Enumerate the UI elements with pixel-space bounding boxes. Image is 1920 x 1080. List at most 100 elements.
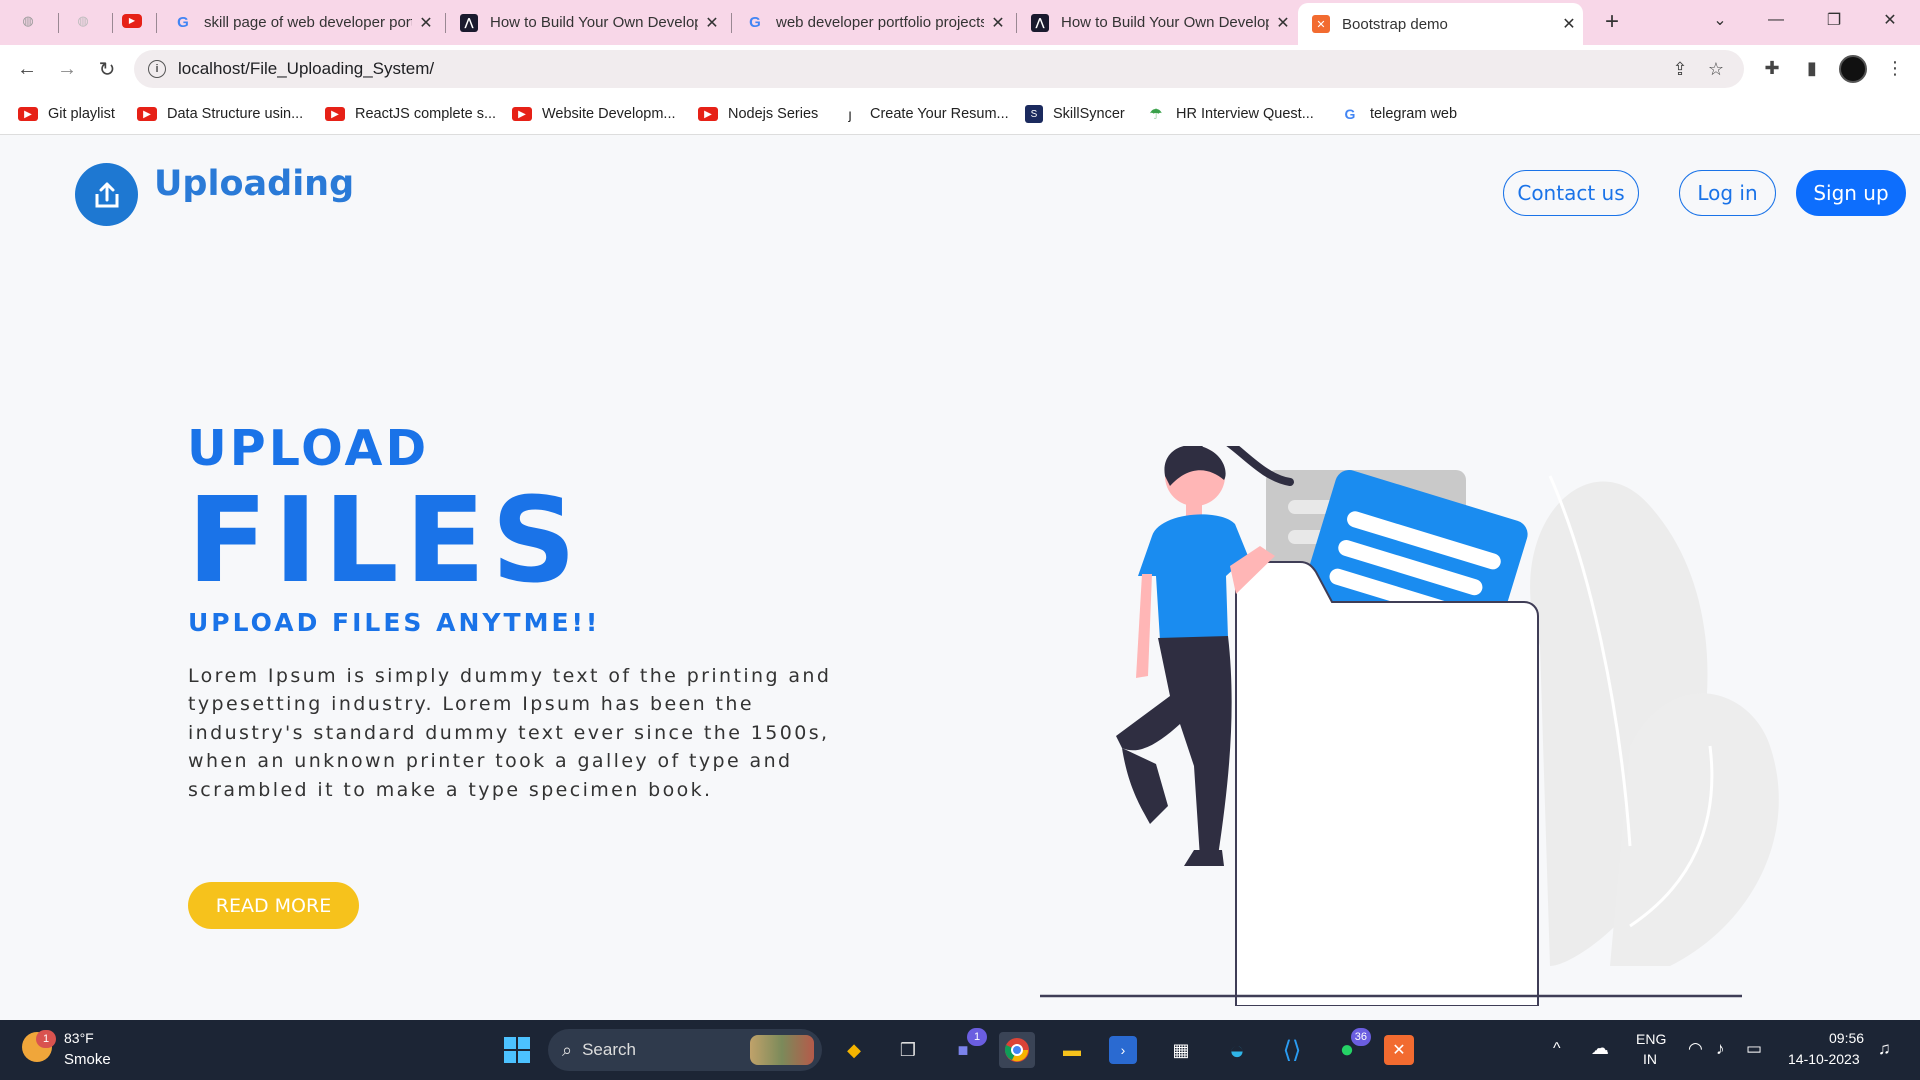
dev-icon: ⋀ <box>1031 13 1049 32</box>
xampp-icon[interactable]: ✕ <box>1384 1035 1414 1065</box>
youtube-icon: ▶ <box>137 107 157 121</box>
hero-heading-line2: FILES <box>187 471 583 609</box>
bookmark-website-dev[interactable]: ▶ Website Developm... <box>512 102 676 126</box>
tab-separator <box>156 13 157 33</box>
dev-icon: ⋀ <box>460 13 478 32</box>
skillsyncer-icon: S <box>1025 105 1043 123</box>
edge-icon[interactable]: ◒ <box>1219 1032 1255 1068</box>
pinned-tab-youtube-icon[interactable]: ▶ <box>122 11 142 31</box>
language-code[interactable]: ENG <box>1636 1031 1666 1047</box>
extensions-puzzle-icon[interactable]: ✚ <box>1760 58 1784 79</box>
tab-close-icon[interactable]: ✕ <box>698 13 726 33</box>
bookmark-skillsyncer[interactable]: S SkillSyncer <box>1025 102 1125 126</box>
clock-time[interactable]: 09:56 <box>1829 1030 1864 1046</box>
upload-logo-icon[interactable] <box>75 163 138 226</box>
close-window-icon[interactable]: ✕ <box>1862 0 1918 40</box>
bookmarks-bar: ▶ Git playlist ▶ Data Structure usin... ▶ R… <box>0 93 1920 135</box>
tab-title: web developer portfolio projects <box>776 14 984 31</box>
tab-portfolio-projects[interactable]: G web developer portfolio projects ✕ <box>732 3 1012 42</box>
file-explorer-icon[interactable]: ▬ <box>1054 1032 1090 1068</box>
brand-name[interactable]: Uploading <box>154 164 354 204</box>
copilot-pre-icon[interactable]: ◆ <box>836 1032 872 1068</box>
search-icon: ⌕ <box>562 1039 573 1060</box>
tab-close-icon[interactable]: ✕ <box>412 13 440 33</box>
onedrive-cloud-icon[interactable]: ☁ <box>1591 1038 1609 1059</box>
bookmark-data-structure[interactable]: ▶ Data Structure usin... <box>137 102 303 126</box>
xampp-icon: ✕ <box>1312 15 1330 33</box>
profile-avatar[interactable] <box>1839 55 1867 83</box>
teams-chat-icon[interactable]: ■ 1 <box>945 1028 987 1068</box>
tab-close-icon[interactable]: ✕ <box>1269 13 1297 33</box>
tab-bootstrap-demo[interactable]: ✕ Bootstrap demo ✕ <box>1298 3 1583 45</box>
hero-description: Lorem Ipsum is simply dummy text of the … <box>188 665 832 801</box>
youtube-icon: ▶ <box>698 107 718 121</box>
back-arrow-icon[interactable]: ← <box>11 53 43 85</box>
reload-icon[interactable]: ↻ <box>91 53 123 85</box>
weather-sun-icon[interactable]: 1 <box>22 1030 56 1062</box>
tab-strip: ◍ ◍ ▶ G skill page of web developer port… <box>0 0 1920 45</box>
hero-heading-line1: UPLOAD <box>187 420 430 477</box>
whatsapp-icon[interactable]: ● 36 <box>1329 1028 1371 1068</box>
restore-icon[interactable]: ❐ <box>1806 0 1862 40</box>
battery-icon[interactable]: ▭ <box>1746 1039 1762 1059</box>
tab-close-icon[interactable]: ✕ <box>984 13 1012 33</box>
tab-skill-page[interactable]: G skill page of web developer portfolio … <box>160 3 440 42</box>
weather-desc[interactable]: Smoke <box>64 1051 111 1068</box>
bookmark-star-icon[interactable]: ☆ <box>1704 59 1728 80</box>
volume-icon[interactable]: ♪ <box>1716 1039 1725 1059</box>
google-icon: G <box>1344 106 1356 122</box>
language-region[interactable]: IN <box>1643 1051 1657 1067</box>
bookmark-hr-interview[interactable]: ☂ HR Interview Quest... <box>1146 102 1314 126</box>
minimize-icon[interactable]: — <box>1748 0 1804 40</box>
share-icon[interactable]: ⇪ <box>1668 59 1692 80</box>
youtube-icon: ▶ <box>18 107 38 121</box>
clock-date[interactable]: 14-10-2023 <box>1788 1051 1860 1067</box>
bookmark-telegram[interactable]: Gtelegram web <box>1340 102 1458 126</box>
folder-shape <box>1235 561 1539 1006</box>
notifications-bell-icon[interactable]: ♫ <box>1878 1039 1891 1059</box>
menu-kebab-icon[interactable]: ⋮ <box>1883 58 1907 79</box>
tab-build-portfolio-2[interactable]: ⋀ How to Build Your Own Developer Portfo… <box>1017 3 1297 42</box>
hero-subtitle: UPLOAD FILES ANYTME!! <box>188 608 601 637</box>
contact-us-button[interactable]: Contact us <box>1503 170 1639 216</box>
umbrella-icon: ☂ <box>1149 106 1163 123</box>
sign-up-button[interactable]: Sign up <box>1796 170 1906 216</box>
side-panel-icon[interactable]: ▮ <box>1800 58 1824 79</box>
pinned-tab-globe-icon[interactable]: ◍ <box>18 11 38 31</box>
bookmark-resume[interactable]: ȷ Create Your Resum... <box>840 102 1008 126</box>
powershell-icon[interactable]: › <box>1109 1036 1137 1064</box>
address-bar[interactable]: i localhost/File_Uploading_System/ ⇪ ☆ <box>134 50 1744 88</box>
tab-title: skill page of web developer portfolio <box>204 14 412 31</box>
tab-close-icon[interactable]: ✕ <box>1555 14 1583 34</box>
chrome-icon[interactable] <box>999 1032 1035 1068</box>
youtube-icon: ▶ <box>325 107 345 121</box>
windows-start-icon[interactable] <box>499 1032 535 1068</box>
whatsapp-badge: 36 <box>1350 1028 1371 1046</box>
microsoft-store-icon[interactable]: ▦ <box>1163 1032 1199 1068</box>
url-text[interactable]: localhost/File_Uploading_System/ <box>178 59 434 79</box>
task-view-icon[interactable]: ❒ <box>890 1032 926 1068</box>
forward-arrow-icon[interactable]: → <box>51 53 83 85</box>
wifi-icon[interactable]: ◠ <box>1688 1039 1703 1059</box>
tab-title: How to Build Your Own Developer Portfoli… <box>1061 14 1269 31</box>
upload-files-illustration <box>1040 446 1779 1006</box>
bookmark-git-playlist[interactable]: ▶ Git playlist <box>18 102 115 126</box>
tab-search-chevron-icon[interactable]: ⌄ <box>1692 0 1748 40</box>
vscode-icon[interactable]: ⟨⟩ <box>1274 1032 1310 1068</box>
teams-badge: 1 <box>967 1028 987 1046</box>
toolbar: ← → ↻ i localhost/File_Uploading_System/… <box>0 45 1920 93</box>
weather-temp[interactable]: 83°F <box>64 1030 94 1046</box>
new-tab-button[interactable]: + <box>1584 2 1640 42</box>
tab-title: Bootstrap demo <box>1342 15 1448 33</box>
show-hidden-icons-chevron-icon[interactable]: ^ <box>1553 1040 1561 1058</box>
tab-build-portfolio[interactable]: ⋀ How to Build Your Own Developer Portfo… <box>446 3 726 42</box>
tab-separator <box>112 13 113 33</box>
taskbar-search[interactable]: ⌕ Search <box>548 1029 822 1071</box>
read-more-button[interactable]: READ MORE <box>188 882 359 929</box>
log-in-button[interactable]: Log in <box>1679 170 1776 216</box>
bookmark-reactjs[interactable]: ▶ ReactJS complete s... <box>325 102 496 126</box>
site-info-icon[interactable]: i <box>148 60 166 78</box>
web-page: Uploading Contact us Log in Sign up UPLO… <box>0 136 1920 1020</box>
pinned-tab-globe-icon[interactable]: ◍ <box>73 11 93 31</box>
bookmark-nodejs[interactable]: ▶ Nodejs Series <box>698 102 818 126</box>
